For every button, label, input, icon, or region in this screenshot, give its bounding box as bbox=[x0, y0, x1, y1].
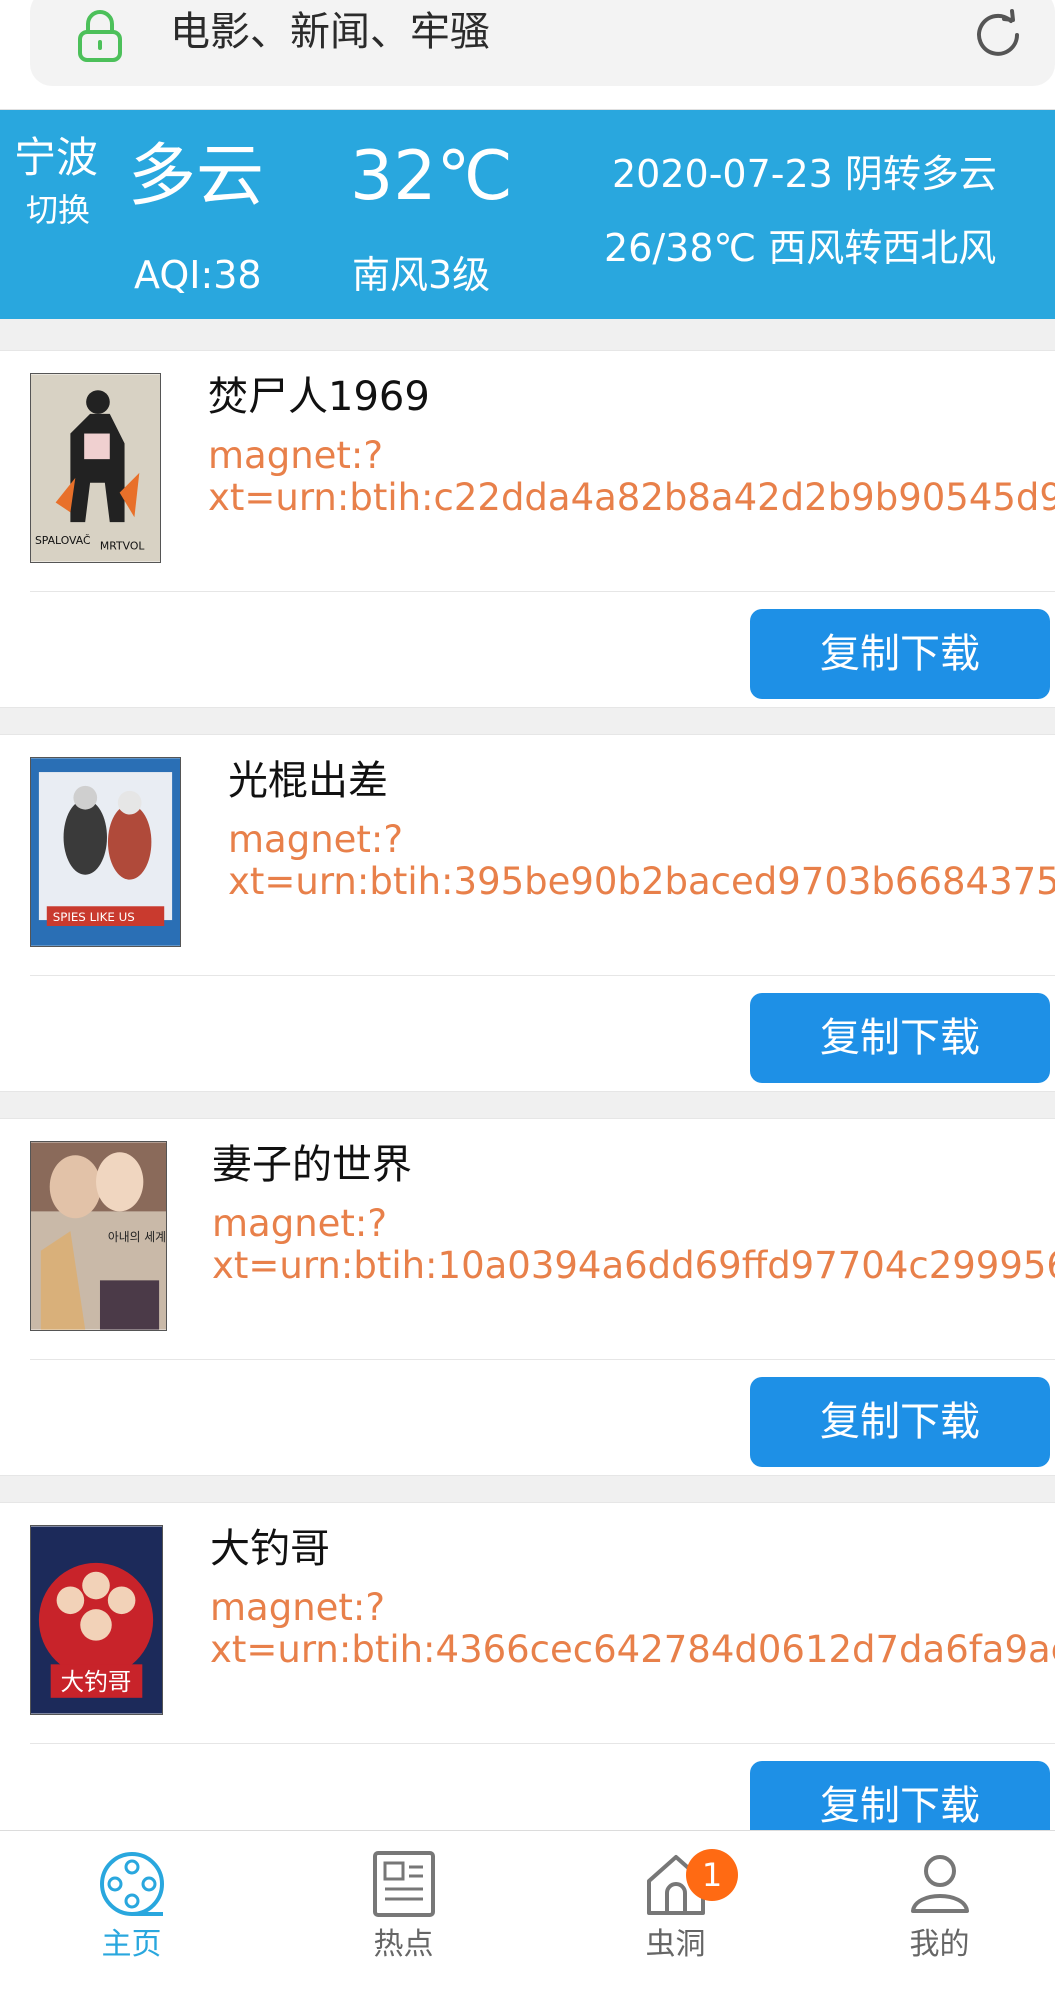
weather-city: 宁波 bbox=[14, 133, 99, 182]
weather-wind: 南风3级 bbox=[352, 253, 491, 297]
copy-download-button[interactable]: 复制下载 bbox=[750, 1377, 1050, 1467]
movie-poster[interactable]: SPALOVAČ MRTVOL bbox=[30, 373, 161, 563]
weather-condition: 多云 bbox=[128, 137, 265, 216]
magnet-link[interactable]: magnet:? xt=urn:btih:10a0394a6dd69ffd977… bbox=[212, 1203, 1055, 1287]
film-reel-icon bbox=[100, 1852, 164, 1916]
nav-label: 热点 bbox=[373, 1927, 434, 1962]
bottom-nav: 主页 热点 虫洞 1 我的 bbox=[0, 1830, 1055, 1989]
movie-title[interactable]: 大钓哥 bbox=[210, 1521, 330, 1577]
magnet-link[interactable]: magnet:? xt=urn:btih:4366cec642784d0612d… bbox=[210, 1587, 1055, 1671]
poster-text: SPIES LIKE US bbox=[53, 910, 135, 924]
magnet-link[interactable]: magnet:? xt=urn:btih:395be90b2baced9703b… bbox=[228, 819, 1055, 903]
nav-item-hot[interactable]: 热点 bbox=[272, 1831, 535, 1989]
app: 电影、新闻、牢骚 宁波 切换 多云 32℃ AQI:38 南风3级 2020-0… bbox=[0, 0, 1055, 1989]
copy-download-button[interactable]: 复制下载 bbox=[750, 993, 1050, 1083]
movie-poster[interactable]: SPIES LIKE US bbox=[30, 757, 181, 947]
magnet-prefix: magnet:? bbox=[210, 1586, 386, 1629]
user-icon bbox=[911, 1855, 969, 1913]
poster-text: MRTVOL bbox=[100, 540, 144, 553]
divider bbox=[30, 1743, 1055, 1744]
magnet-hash: xt=urn:btih:10a0394a6dd69ffd97704c299956… bbox=[212, 1244, 1055, 1287]
movie-poster[interactable]: 大钓哥 bbox=[30, 1525, 163, 1715]
nav-item-home[interactable]: 主页 bbox=[0, 1831, 263, 1989]
notification-badge: 1 bbox=[686, 1849, 738, 1901]
movie-card: SPALOVAČ MRTVOL 焚尸人1969 magnet:? xt=urn:… bbox=[0, 350, 1055, 708]
divider bbox=[30, 1359, 1055, 1360]
search-input[interactable]: 电影、新闻、牢骚 bbox=[170, 4, 490, 60]
weather-temperature: 32℃ bbox=[350, 137, 513, 216]
refresh-icon[interactable] bbox=[971, 8, 1025, 62]
poster-text: 大钓哥 bbox=[61, 1668, 132, 1696]
weather-forecast-range: 26/38℃ 西风转西北风 bbox=[604, 226, 997, 270]
magnet-hash: xt=urn:btih:395be90b2baced9703b66843752 bbox=[228, 860, 1055, 903]
poster-text: 아내의 세계 bbox=[108, 1230, 166, 1244]
nav-label: 主页 bbox=[101, 1927, 162, 1962]
movie-card: SPIES LIKE US 光棍出差 magnet:? xt=urn:btih:… bbox=[0, 734, 1055, 1092]
search-area: 电影、新闻、牢骚 bbox=[0, 0, 1055, 110]
copy-download-button[interactable]: 复制下载 bbox=[750, 609, 1050, 699]
magnet-prefix: magnet:? bbox=[228, 818, 404, 861]
nav-label: 虫洞 bbox=[645, 1927, 706, 1962]
weather-aqi: AQI:38 bbox=[134, 253, 262, 297]
nav-label: 我的 bbox=[909, 1927, 970, 1962]
poster-text: SPALOVAČ bbox=[35, 534, 91, 547]
city-switch-link[interactable]: 切换 bbox=[26, 190, 90, 230]
search-bar[interactable]: 电影、新闻、牢骚 bbox=[30, 0, 1055, 86]
movie-card: 大钓哥 大钓哥 magnet:? xt=urn:btih:4366cec6427… bbox=[0, 1502, 1055, 1860]
movie-poster[interactable]: 아내의 세계 bbox=[30, 1141, 167, 1331]
divider bbox=[30, 975, 1055, 976]
magnet-hash: xt=urn:btih:4366cec642784d0612d7da6fa9ae… bbox=[210, 1628, 1055, 1671]
movie-title[interactable]: 光棍出差 bbox=[228, 753, 388, 809]
magnet-link[interactable]: magnet:? xt=urn:btih:c22dda4a82b8a42d2b9… bbox=[208, 435, 1055, 519]
movie-title[interactable]: 焚尸人1969 bbox=[208, 369, 430, 425]
nav-item-mine[interactable]: 我的 bbox=[808, 1831, 1055, 1989]
weather-forecast-date: 2020-07-23 阴转多云 bbox=[612, 152, 997, 196]
magnet-prefix: magnet:? bbox=[212, 1202, 388, 1245]
magnet-hash: xt=urn:btih:c22dda4a82b8a42d2b9b90545d9d bbox=[208, 476, 1055, 519]
movie-title[interactable]: 妻子的世界 bbox=[212, 1137, 412, 1193]
movie-card: 아내의 세계 妻子的世界 magnet:? xt=urn:btih:10a039… bbox=[0, 1118, 1055, 1476]
magnet-prefix: magnet:? bbox=[208, 434, 384, 477]
weather-banner: 宁波 切换 多云 32℃ AQI:38 南风3级 2020-07-23 阴转多云… bbox=[0, 110, 1055, 319]
newspaper-icon bbox=[373, 1851, 435, 1917]
lock-icon bbox=[78, 10, 122, 62]
nav-item-wormhole[interactable]: 虫洞 bbox=[544, 1831, 807, 1989]
divider bbox=[30, 591, 1055, 592]
